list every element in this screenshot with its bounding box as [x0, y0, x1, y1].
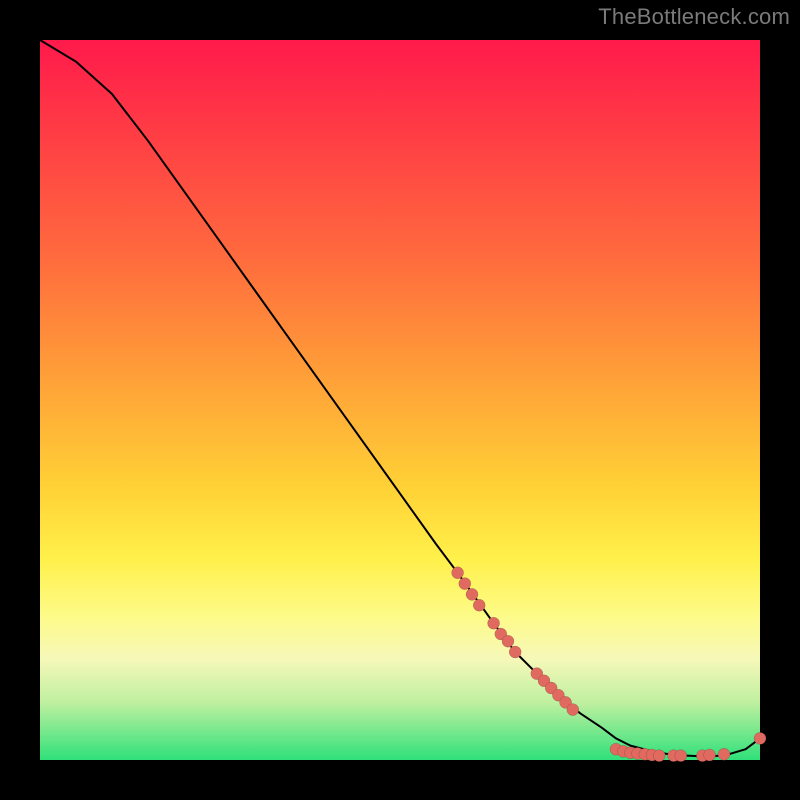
data-point [502, 635, 514, 647]
chart-svg [40, 40, 760, 760]
data-point [452, 567, 464, 579]
data-point [567, 704, 579, 716]
data-point [704, 749, 716, 761]
data-point [653, 750, 665, 762]
data-point [466, 588, 478, 600]
bottleneck-curve [40, 40, 760, 756]
data-point [754, 732, 766, 744]
data-point [509, 646, 521, 658]
watermark-text: TheBottleneck.com [598, 4, 790, 30]
chart-frame: TheBottleneck.com [0, 0, 800, 800]
data-point [675, 750, 687, 762]
data-point [473, 599, 485, 611]
data-point [718, 748, 730, 760]
gradient-plot-area [40, 40, 760, 760]
data-point [488, 617, 500, 629]
data-point [459, 578, 471, 590]
